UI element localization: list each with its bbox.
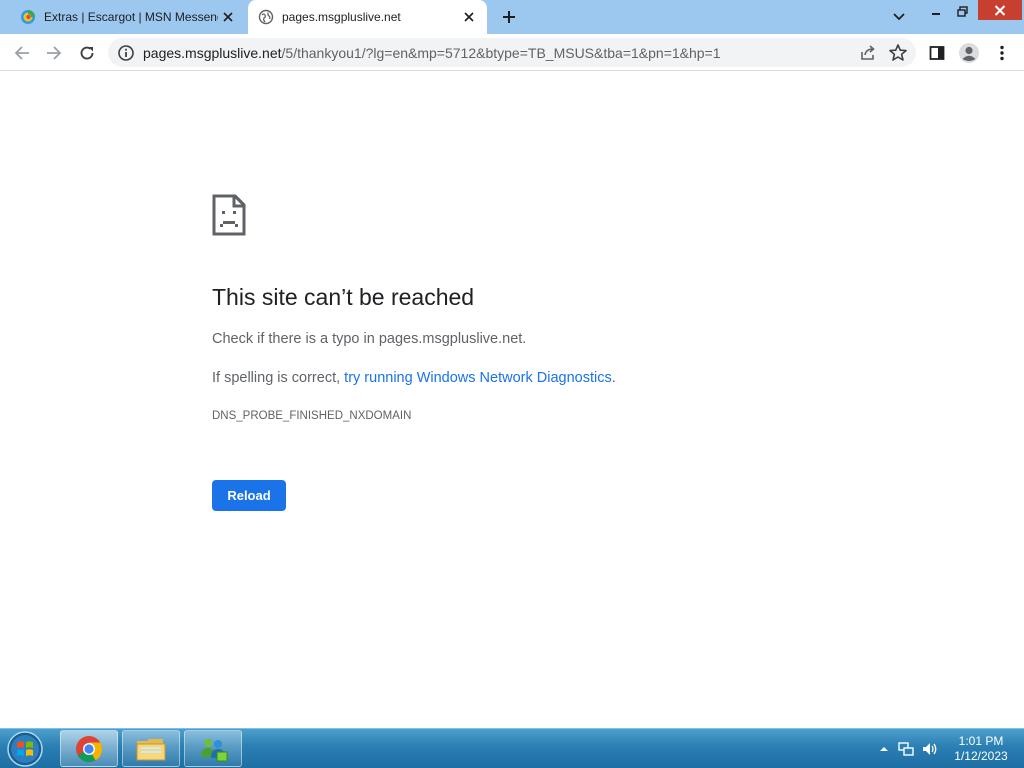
arrow-right-icon — [47, 46, 62, 60]
profile-button[interactable] — [955, 39, 983, 67]
tab-title: pages.msgpluslive.net — [282, 10, 401, 24]
tab-escargot[interactable]: Extras | Escargot | MSN Messenger — [8, 0, 246, 34]
close-icon[interactable] — [218, 7, 238, 27]
hint-prefix: If spelling is correct, — [212, 370, 345, 386]
taskbar-app-chrome[interactable] — [60, 730, 118, 767]
star-icon[interactable] — [888, 43, 908, 63]
error-page: This site can’t be reached Check if ther… — [0, 71, 1024, 728]
url-path: /5/thankyou1/?lg=en&mp=5712&btype=TB_MSU… — [281, 44, 721, 61]
tab-msgpluslive[interactable]: pages.msgpluslive.net — [248, 0, 487, 34]
escargot-favicon-icon — [21, 10, 35, 24]
minimize-icon — [932, 13, 940, 15]
globe-icon — [258, 9, 274, 25]
taskbar: 1:01 PM 1/12/2023 — [0, 728, 1024, 768]
tab-strip: Extras | Escargot | MSN Messenger pages.… — [0, 0, 1024, 34]
tab-title: Extras | Escargot | MSN Messenger — [44, 10, 218, 24]
chrome-icon — [76, 735, 103, 762]
sad-document-icon — [212, 194, 246, 236]
error-hint-typo: Check if there is a typo in pages.msgplu… — [212, 331, 527, 347]
back-button[interactable] — [8, 39, 36, 67]
more-vertical-icon — [1000, 45, 1004, 61]
taskbar-app-explorer[interactable] — [122, 730, 180, 767]
new-tab-button[interactable] — [497, 5, 521, 29]
address-bar[interactable]: pages.msgpluslive.net/5/thankyou1/?lg=en… — [108, 38, 916, 67]
file-explorer-icon — [136, 738, 166, 760]
avatar-icon — [959, 43, 979, 63]
browser-toolbar: pages.msgpluslive.net/5/thankyou1/?lg=en… — [0, 34, 1024, 71]
network-diagnostics-link[interactable]: try running Windows Network Diagnostics — [344, 370, 612, 386]
forward-button[interactable] — [40, 39, 68, 67]
error-title: This site can’t be reached — [212, 284, 475, 310]
clock-date: 1/12/2023 — [954, 749, 1008, 763]
tab-search-button[interactable] — [888, 6, 910, 28]
window-close-button[interactable] — [978, 0, 1022, 20]
info-icon[interactable] — [117, 44, 135, 62]
reload-icon — [80, 46, 94, 60]
chevron-up-icon[interactable] — [876, 741, 892, 757]
error-hint-diagnostics: If spelling is correct, try running Wind… — [212, 370, 616, 386]
side-panel-button[interactable] — [923, 39, 951, 67]
chevron-down-icon — [893, 13, 905, 21]
close-icon[interactable] — [459, 7, 479, 27]
arrow-left-icon — [14, 46, 29, 60]
url-text[interactable]: pages.msgpluslive.net/5/thankyou1/?lg=en… — [143, 45, 916, 61]
url-host: pages.msgpluslive.net — [143, 44, 282, 61]
reload-toolbar-button[interactable] — [73, 39, 101, 67]
network-icon[interactable] — [898, 741, 914, 757]
plus-icon — [503, 11, 515, 23]
hint-suffix: . — [611, 370, 616, 386]
menu-button[interactable] — [988, 39, 1016, 67]
restore-icon — [956, 5, 968, 17]
taskbar-clock[interactable]: 1:01 PM 1/12/2023 — [946, 734, 1016, 764]
restore-button[interactable] — [950, 0, 974, 22]
error-code: DNS_PROBE_FINISHED_NXDOMAIN — [212, 410, 412, 422]
start-button[interactable] — [5, 730, 45, 768]
share-icon[interactable] — [858, 43, 878, 63]
taskbar-app-messenger[interactable] — [184, 730, 242, 767]
clock-time: 1:01 PM — [958, 734, 1004, 748]
side-panel-icon — [929, 46, 945, 60]
volume-icon[interactable] — [922, 741, 938, 757]
close-icon — [994, 4, 1006, 16]
reload-button[interactable]: Reload — [212, 480, 286, 511]
minimize-button[interactable] — [924, 0, 948, 22]
messenger-icon — [201, 738, 228, 761]
